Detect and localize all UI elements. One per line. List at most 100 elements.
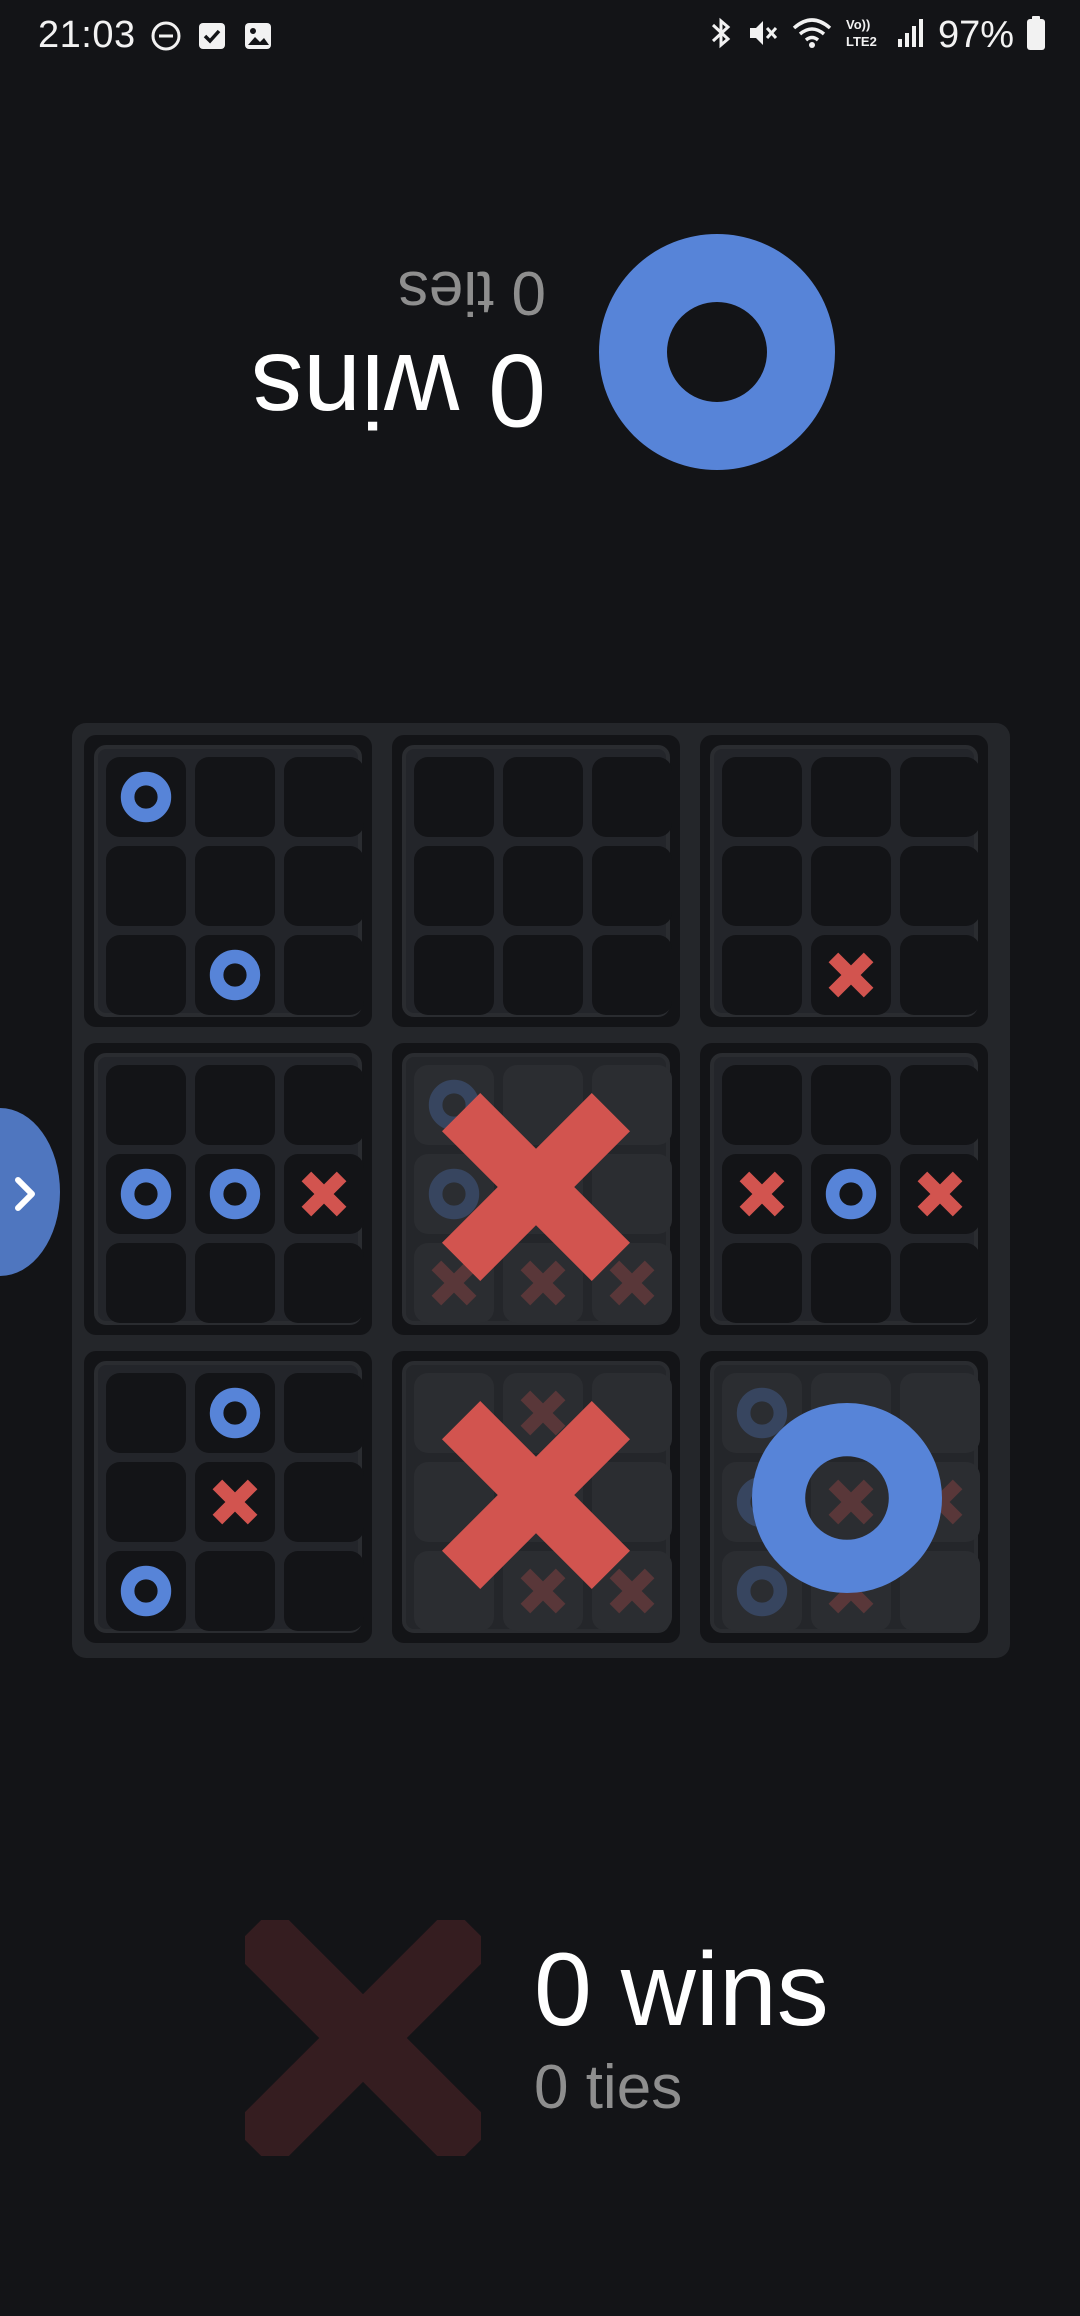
subboard-8 <box>392 1351 680 1643</box>
board-cell[interactable] <box>900 757 980 837</box>
volte-icon: Vo)) LTE2 <box>844 15 884 56</box>
board-cell[interactable] <box>592 757 672 837</box>
subboard-6[interactable] <box>700 1043 988 1335</box>
mute-icon <box>746 16 780 55</box>
player-x-ties: 0 ties <box>534 2053 683 2122</box>
board-cell[interactable] <box>811 1065 891 1145</box>
player-x-symbol-icon <box>231 1906 495 2170</box>
side-drawer-tab[interactable] <box>0 1108 60 1276</box>
board-cell[interactable] <box>722 1243 802 1323</box>
subboard-frame <box>710 1053 980 1325</box>
board-cell[interactable] <box>195 757 275 837</box>
o-mark-icon <box>106 1551 186 1631</box>
subboard-4[interactable] <box>84 1043 372 1335</box>
board-cell[interactable] <box>722 846 802 926</box>
o-mark-icon <box>195 935 275 1015</box>
subboard-winner-o-icon <box>752 1403 942 1593</box>
board-cell <box>106 757 186 837</box>
board-cell[interactable] <box>195 1243 275 1323</box>
board-cell[interactable] <box>284 846 364 926</box>
board-cell[interactable] <box>284 1462 364 1542</box>
board-cell <box>722 1154 802 1234</box>
board-cell <box>195 1373 275 1453</box>
board-cell[interactable] <box>722 935 802 1015</box>
board-cell[interactable] <box>195 1551 275 1631</box>
ultimate-board <box>72 723 1010 1658</box>
board-cell[interactable] <box>106 1243 186 1323</box>
o-mark-icon <box>195 1373 275 1453</box>
board-cell <box>195 935 275 1015</box>
board-cell[interactable] <box>106 1373 186 1453</box>
player-x-panel: 0 wins 0 ties <box>0 1906 1080 2170</box>
subboard-frame <box>710 745 980 1017</box>
subboard-3[interactable] <box>700 735 988 1027</box>
chevron-right-icon <box>15 1177 35 1211</box>
board-cell <box>284 1154 364 1234</box>
board-cell[interactable] <box>722 1065 802 1145</box>
x-mark-icon <box>900 1154 980 1234</box>
o-mark-icon <box>811 1154 891 1234</box>
board-cell[interactable] <box>284 1373 364 1453</box>
player-x-wins: 0 wins <box>534 1932 829 2048</box>
subboard-frame <box>402 745 672 1017</box>
subboard-5 <box>392 1043 680 1335</box>
board-cell[interactable] <box>414 757 494 837</box>
board-cell <box>811 1154 891 1234</box>
subboard-frame <box>94 745 364 1017</box>
x-mark-icon <box>284 1154 364 1234</box>
board-cell[interactable] <box>722 757 802 837</box>
bluetooth-icon <box>708 15 734 56</box>
battery-percent: 97% <box>937 14 1014 56</box>
board-cell <box>106 1551 186 1631</box>
board-cell[interactable] <box>900 935 980 1015</box>
board-cell[interactable] <box>900 1065 980 1145</box>
board-cell[interactable] <box>503 935 583 1015</box>
subboard-winner-x-icon <box>432 1083 640 1291</box>
board-cell[interactable] <box>284 757 364 837</box>
player-o-score: 0 wins 0 ties <box>251 254 546 450</box>
board-cell[interactable] <box>414 935 494 1015</box>
board-cell <box>195 1154 275 1234</box>
player-o-symbol-icon <box>599 234 835 470</box>
wifi-icon <box>792 16 832 55</box>
o-mark-icon <box>106 757 186 837</box>
board-cell <box>900 1154 980 1234</box>
board-cell[interactable] <box>106 1462 186 1542</box>
board-cell[interactable] <box>284 1551 364 1631</box>
checkbox-icon <box>196 20 228 57</box>
subboard-frame <box>94 1361 364 1633</box>
board-cell[interactable] <box>503 757 583 837</box>
board-cell <box>106 1154 186 1234</box>
board-cell[interactable] <box>900 846 980 926</box>
subboard-2[interactable] <box>392 735 680 1027</box>
board-cell[interactable] <box>106 935 186 1015</box>
board-cell[interactable] <box>284 1065 364 1145</box>
board-cell[interactable] <box>414 846 494 926</box>
do-not-disturb-icon <box>150 20 182 57</box>
signal-icon <box>896 17 926 54</box>
board-cell[interactable] <box>284 1243 364 1323</box>
player-o-ties: 0 ties <box>397 258 546 327</box>
subboard-winner-x-icon <box>432 1391 640 1599</box>
x-mark-icon <box>811 935 891 1015</box>
board-cell[interactable] <box>592 846 672 926</box>
board-cell[interactable] <box>195 846 275 926</box>
subboard-7[interactable] <box>84 1351 372 1643</box>
board-cell[interactable] <box>195 1065 275 1145</box>
subboard-frame <box>94 1053 364 1325</box>
board-cell[interactable] <box>592 935 672 1015</box>
board-cell[interactable] <box>284 935 364 1015</box>
board-cell[interactable] <box>900 1243 980 1323</box>
board-cell[interactable] <box>106 1065 186 1145</box>
x-mark-icon <box>722 1154 802 1234</box>
image-icon <box>242 20 274 57</box>
board-cell[interactable] <box>811 846 891 926</box>
x-mark-icon <box>195 1462 275 1542</box>
subboard-1[interactable] <box>84 735 372 1027</box>
board-cell[interactable] <box>503 846 583 926</box>
o-mark-icon <box>195 1154 275 1234</box>
board-cell[interactable] <box>811 1243 891 1323</box>
board-cell[interactable] <box>811 757 891 837</box>
svg-text:LTE2: LTE2 <box>846 34 877 49</box>
board-cell[interactable] <box>106 846 186 926</box>
